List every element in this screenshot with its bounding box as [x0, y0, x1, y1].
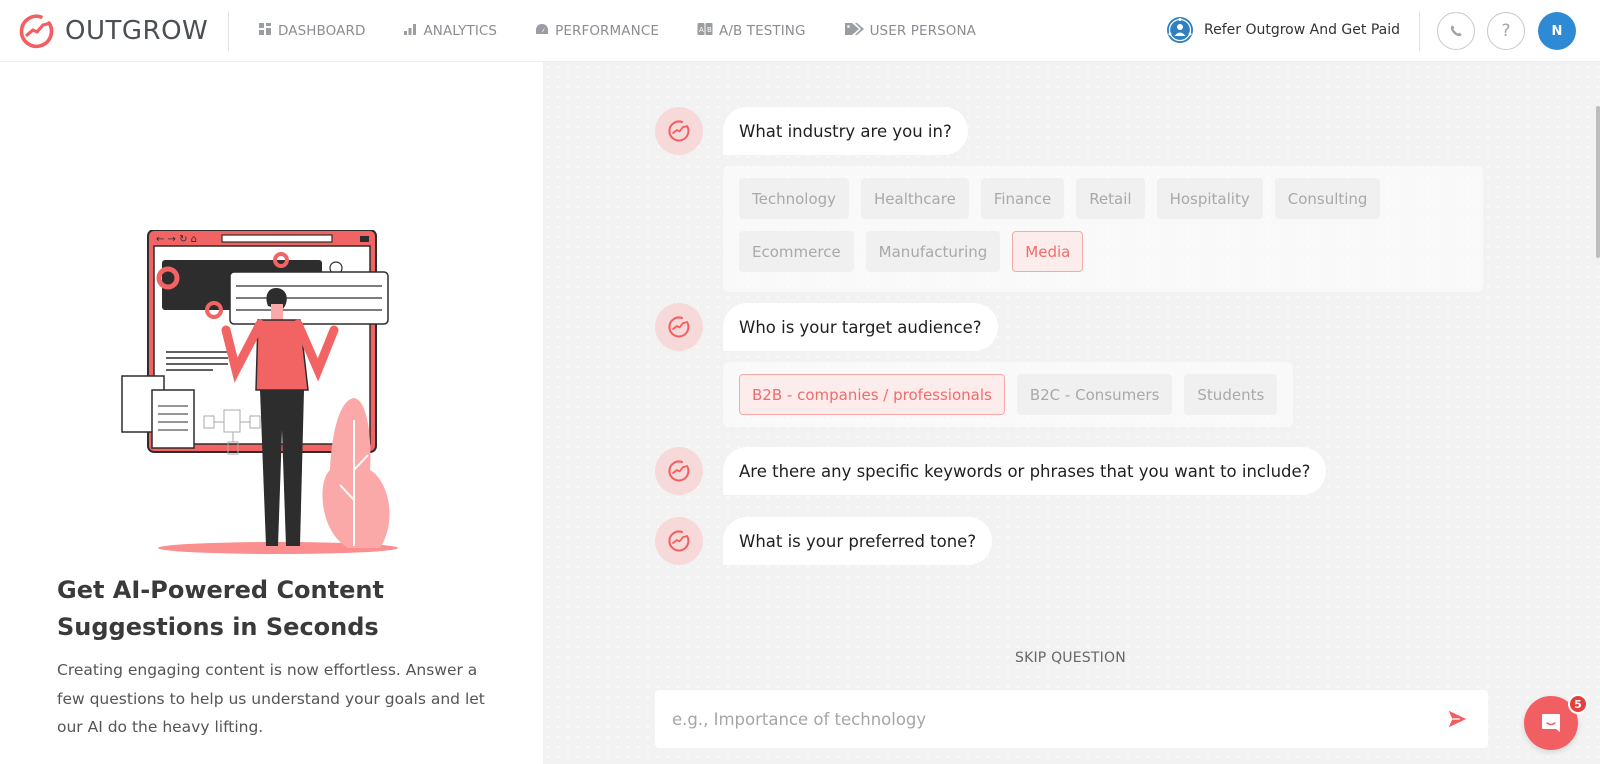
nav-ab-testing-label: A/B TESTING	[718, 23, 806, 39]
outgrow-logo[interactable]: OUTGROW	[16, 11, 208, 51]
unread-count-badge: 5	[1568, 694, 1588, 714]
send-button[interactable]	[1442, 704, 1472, 734]
option-healthcare[interactable]: Healthcare	[861, 178, 969, 219]
answer-input[interactable]	[655, 690, 1442, 748]
outgrow-bot-icon	[668, 120, 690, 142]
nav-dashboard-label: DASHBOARD	[278, 23, 366, 39]
option-ecommerce[interactable]: Ecommerce	[739, 231, 854, 272]
svg-text:← → ↻ ⌂: ← → ↻ ⌂	[156, 234, 197, 245]
option-technology[interactable]: Technology	[739, 178, 850, 219]
nav-analytics[interactable]: ANALYTICS	[403, 22, 497, 40]
nav-divider	[228, 11, 229, 51]
brand-name: OUTGROW	[65, 16, 209, 46]
option-media-selected[interactable]: Media	[1012, 231, 1084, 272]
svg-text:B: B	[707, 26, 712, 34]
answer-input-container	[655, 690, 1488, 748]
chat-scrollbar[interactable]	[1596, 106, 1600, 258]
option-finance[interactable]: Finance	[980, 178, 1065, 219]
outgrow-logo-icon	[19, 14, 54, 49]
phone-button[interactable]	[1437, 12, 1475, 50]
question-bubble: Are there any specific keywords or phras…	[723, 447, 1327, 495]
industry-options: Technology Healthcare Finance Retail Hos…	[723, 166, 1483, 292]
option-students[interactable]: Students	[1184, 374, 1278, 415]
nav-performance[interactable]: PERFORMANCE	[535, 22, 659, 40]
content-creator-illustration: ← → ↻ ⌂	[121, 230, 398, 554]
refer-people-icon	[1167, 17, 1193, 43]
ab-test-icon: AB	[697, 22, 713, 40]
question-mark-icon: ?	[1501, 21, 1511, 41]
user-avatar[interactable]: N	[1538, 12, 1576, 50]
chat-bubble-icon	[1542, 714, 1560, 732]
top-navigation-bar: OUTGROW DASHBOARD ANALYTICS PERFORMANCE …	[0, 0, 1600, 62]
option-manufacturing[interactable]: Manufacturing	[865, 231, 1001, 272]
option-b2c[interactable]: B2C - Consumers	[1016, 374, 1173, 415]
outgrow-bot-icon	[668, 460, 690, 482]
send-arrow-icon	[1448, 710, 1467, 728]
speedometer-icon	[535, 22, 549, 40]
outgrow-bot-icon	[668, 316, 690, 338]
option-consulting[interactable]: Consulting	[1274, 178, 1381, 219]
outgrow-bot-icon	[668, 530, 690, 552]
nav-dashboard[interactable]: DASHBOARD	[258, 22, 365, 40]
option-row: B2B - companies / professionals B2C - Co…	[739, 374, 1278, 415]
intro-panel: ← → ↻ ⌂ Get AI-Powered Content Suggestio…	[0, 62, 543, 764]
bot-avatar	[655, 303, 703, 351]
bot-avatar	[655, 517, 703, 565]
refer-link[interactable]: Refer Outgrow And Get Paid	[1166, 16, 1400, 44]
bot-avatar	[655, 107, 703, 155]
nav-user-persona-label: USER PERSONA	[869, 23, 976, 39]
audience-options: B2B - companies / professionals B2C - Co…	[723, 362, 1294, 427]
header-divider	[1419, 11, 1420, 51]
bar-chart-icon	[403, 22, 417, 40]
refer-label: Refer Outgrow And Get Paid	[1204, 22, 1400, 38]
main-nav: DASHBOARD ANALYTICS PERFORMANCE AB A/B T…	[258, 0, 1014, 62]
dashboard-grid-icon	[258, 22, 272, 40]
bot-avatar	[655, 447, 703, 495]
nav-user-persona[interactable]: USER PERSONA	[844, 21, 976, 41]
question-bubble: What industry are you in?	[723, 107, 968, 155]
help-button[interactable]: ?	[1487, 12, 1525, 50]
phone-icon	[1450, 25, 1462, 37]
tags-icon	[844, 21, 864, 41]
intro-title: Get AI-Powered Content Suggestions in Se…	[57, 576, 384, 641]
svg-text:A: A	[699, 26, 704, 34]
option-row: Ecommerce Manufacturing Media	[739, 231, 1467, 272]
option-row: Technology Healthcare Finance Retail Hos…	[739, 178, 1467, 219]
question-bubble: Who is your target audience?	[723, 303, 998, 351]
nav-analytics-label: ANALYTICS	[423, 23, 498, 39]
nav-ab-testing[interactable]: AB A/B TESTING	[697, 22, 806, 40]
option-retail[interactable]: Retail	[1076, 178, 1145, 219]
skip-question-button[interactable]: SKIP QUESTION	[1015, 650, 1126, 666]
option-hospitality[interactable]: Hospitality	[1156, 178, 1263, 219]
intro-description: Creating engaging content is now effortl…	[57, 661, 485, 736]
option-b2b-selected[interactable]: B2B - companies / professionals	[739, 374, 1005, 415]
question-bubble: What is your preferred tone?	[723, 517, 993, 565]
nav-performance-label: PERFORMANCE	[555, 23, 659, 39]
